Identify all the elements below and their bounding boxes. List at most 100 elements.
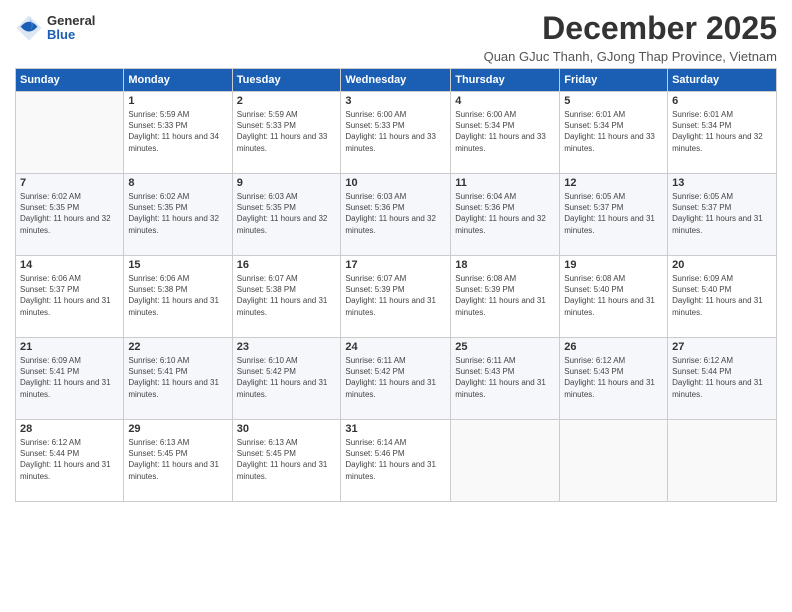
day-number: 12 bbox=[564, 177, 663, 189]
logo-text: General Blue bbox=[47, 14, 95, 43]
logo: General Blue bbox=[15, 14, 95, 43]
table-row bbox=[560, 420, 668, 502]
day-number: 20 bbox=[672, 259, 772, 271]
day-number: 13 bbox=[672, 177, 772, 189]
day-info: Sunrise: 6:04 AMSunset: 5:36 PMDaylight:… bbox=[455, 191, 555, 236]
day-info: Sunrise: 6:02 AMSunset: 5:35 PMDaylight:… bbox=[20, 191, 119, 236]
table-row: 29Sunrise: 6:13 AMSunset: 5:45 PMDayligh… bbox=[124, 420, 232, 502]
header-friday: Friday bbox=[560, 69, 668, 92]
day-number: 17 bbox=[345, 259, 446, 271]
day-info: Sunrise: 6:12 AMSunset: 5:44 PMDaylight:… bbox=[20, 437, 119, 482]
header-wednesday: Wednesday bbox=[341, 69, 451, 92]
header-sunday: Sunday bbox=[16, 69, 124, 92]
day-number: 3 bbox=[345, 95, 446, 107]
day-info: Sunrise: 6:07 AMSunset: 5:38 PMDaylight:… bbox=[237, 273, 337, 318]
page: General Blue December 2025 Quan GJuc Tha… bbox=[0, 0, 792, 612]
table-row: 22 Sunrise: 6:10 AMSunset: 5:41 PMDayligh… bbox=[124, 338, 232, 420]
calendar-week-row: 28 Sunrise: 6:12 AMSunset: 5:44 PMDayligh… bbox=[16, 420, 777, 502]
calendar-week-row: 14 Sunrise: 6:06 AMSunset: 5:37 PMDayligh… bbox=[16, 256, 777, 338]
table-row: 1 Sunrise: 5:59 AMSunset: 5:33 PMDaylight… bbox=[124, 92, 232, 174]
header: General Blue December 2025 Quan GJuc Tha… bbox=[15, 10, 777, 64]
table-row: 2Sunrise: 5:59 AMSunset: 5:33 PMDaylight… bbox=[232, 92, 341, 174]
table-row: 31 Sunrise: 6:14 AMSunset: 5:46 PMDayligh… bbox=[341, 420, 451, 502]
day-info: Sunrise: 6:02 AMSunset: 5:35 PMDaylight:… bbox=[128, 191, 227, 236]
calendar-table: Sunday Monday Tuesday Wednesday Thursday… bbox=[15, 68, 777, 502]
header-monday: Monday bbox=[124, 69, 232, 92]
table-row: 26Sunrise: 6:12 AMSunset: 5:43 PMDayligh… bbox=[560, 338, 668, 420]
day-number: 15 bbox=[128, 259, 227, 271]
table-row: 11 Sunrise: 6:04 AMSunset: 5:36 PMDayligh… bbox=[451, 174, 560, 256]
table-row: 20 Sunrise: 6:09 AMSunset: 5:40 PMDayligh… bbox=[668, 256, 777, 338]
day-info: Sunrise: 6:03 AMSunset: 5:36 PMDaylight:… bbox=[345, 191, 446, 236]
day-info: Sunrise: 6:14 AMSunset: 5:46 PMDaylight:… bbox=[345, 437, 446, 482]
table-row: 19Sunrise: 6:08 AMSunset: 5:40 PMDayligh… bbox=[560, 256, 668, 338]
day-number: 9 bbox=[237, 177, 337, 189]
day-number: 31 bbox=[345, 423, 446, 435]
day-number: 26 bbox=[564, 341, 663, 353]
calendar-week-row: 7 Sunrise: 6:02 AMSunset: 5:35 PMDaylight… bbox=[16, 174, 777, 256]
day-info: Sunrise: 6:11 AMSunset: 5:43 PMDaylight:… bbox=[455, 355, 555, 400]
day-info: Sunrise: 6:01 AMSunset: 5:34 PMDaylight:… bbox=[672, 109, 772, 154]
calendar-header-row: Sunday Monday Tuesday Wednesday Thursday… bbox=[16, 69, 777, 92]
day-number: 6 bbox=[672, 95, 772, 107]
day-number: 22 bbox=[128, 341, 227, 353]
table-row: 12 Sunrise: 6:05 AMSunset: 5:37 PMDayligh… bbox=[560, 174, 668, 256]
table-row: 10 Sunrise: 6:03 AMSunset: 5:36 PMDayligh… bbox=[341, 174, 451, 256]
day-info: Sunrise: 6:05 AMSunset: 5:37 PMDaylight:… bbox=[564, 191, 663, 236]
day-number: 5 bbox=[564, 95, 663, 107]
day-info: Sunrise: 6:10 AMSunset: 5:42 PMDaylight:… bbox=[237, 355, 337, 400]
table-row: 5Sunrise: 6:01 AMSunset: 5:34 PMDaylight… bbox=[560, 92, 668, 174]
header-thursday: Thursday bbox=[451, 69, 560, 92]
table-row: 17 Sunrise: 6:07 AMSunset: 5:39 PMDayligh… bbox=[341, 256, 451, 338]
day-number: 10 bbox=[345, 177, 446, 189]
table-row: 15 Sunrise: 6:06 AMSunset: 5:38 PMDayligh… bbox=[124, 256, 232, 338]
day-number: 29 bbox=[128, 423, 227, 435]
day-number: 7 bbox=[20, 177, 119, 189]
day-info: Sunrise: 6:09 AMSunset: 5:41 PMDaylight:… bbox=[20, 355, 119, 400]
table-row: 9 Sunrise: 6:03 AMSunset: 5:35 PMDaylight… bbox=[232, 174, 341, 256]
table-row: 3Sunrise: 6:00 AMSunset: 5:33 PMDaylight… bbox=[341, 92, 451, 174]
calendar-week-row: 21 Sunrise: 6:09 AMSunset: 5:41 PMDayligh… bbox=[16, 338, 777, 420]
day-number: 21 bbox=[20, 341, 119, 353]
day-number: 23 bbox=[237, 341, 337, 353]
day-number: 8 bbox=[128, 177, 227, 189]
day-number: 11 bbox=[455, 177, 555, 189]
location-subtitle: Quan GJuc Thanh, GJong Thap Province, Vi… bbox=[484, 49, 777, 64]
table-row: 18 Sunrise: 6:08 AMSunset: 5:39 PMDayligh… bbox=[451, 256, 560, 338]
table-row: 28 Sunrise: 6:12 AMSunset: 5:44 PMDayligh… bbox=[16, 420, 124, 502]
day-number: 4 bbox=[455, 95, 555, 107]
day-number: 19 bbox=[564, 259, 663, 271]
day-number: 1 bbox=[128, 95, 227, 107]
table-row: 23 Sunrise: 6:10 AMSunset: 5:42 PMDayligh… bbox=[232, 338, 341, 420]
logo-icon bbox=[15, 14, 43, 42]
day-number: 25 bbox=[455, 341, 555, 353]
day-number: 28 bbox=[20, 423, 119, 435]
table-row: 21 Sunrise: 6:09 AMSunset: 5:41 PMDayligh… bbox=[16, 338, 124, 420]
day-info: Sunrise: 6:10 AMSunset: 5:41 PMDaylight:… bbox=[128, 355, 227, 400]
title-section: December 2025 Quan GJuc Thanh, GJong Tha… bbox=[484, 10, 777, 64]
day-info: Sunrise: 5:59 AMSunset: 5:33 PMDaylight:… bbox=[237, 109, 337, 154]
table-row: 27Sunrise: 6:12 AMSunset: 5:44 PMDayligh… bbox=[668, 338, 777, 420]
day-info: Sunrise: 6:12 AMSunset: 5:44 PMDaylight:… bbox=[672, 355, 772, 400]
day-info: Sunrise: 6:08 AMSunset: 5:39 PMDaylight:… bbox=[455, 273, 555, 318]
day-info: Sunrise: 6:06 AMSunset: 5:37 PMDaylight:… bbox=[20, 273, 119, 318]
day-info: Sunrise: 6:09 AMSunset: 5:40 PMDaylight:… bbox=[672, 273, 772, 318]
day-info: Sunrise: 6:11 AMSunset: 5:42 PMDaylight:… bbox=[345, 355, 446, 400]
table-row: 24Sunrise: 6:11 AMSunset: 5:42 PMDayligh… bbox=[341, 338, 451, 420]
day-number: 14 bbox=[20, 259, 119, 271]
logo-blue-label: Blue bbox=[47, 28, 95, 42]
day-info: Sunrise: 6:03 AMSunset: 5:35 PMDaylight:… bbox=[237, 191, 337, 236]
header-tuesday: Tuesday bbox=[232, 69, 341, 92]
table-row: 14 Sunrise: 6:06 AMSunset: 5:37 PMDayligh… bbox=[16, 256, 124, 338]
table-row bbox=[451, 420, 560, 502]
table-row: 16Sunrise: 6:07 AMSunset: 5:38 PMDayligh… bbox=[232, 256, 341, 338]
table-row: 6 Sunrise: 6:01 AMSunset: 5:34 PMDaylight… bbox=[668, 92, 777, 174]
month-title: December 2025 bbox=[484, 10, 777, 47]
day-number: 30 bbox=[237, 423, 337, 435]
day-info: Sunrise: 5:59 AMSunset: 5:33 PMDaylight:… bbox=[128, 109, 227, 154]
day-info: Sunrise: 6:07 AMSunset: 5:39 PMDaylight:… bbox=[345, 273, 446, 318]
day-info: Sunrise: 6:06 AMSunset: 5:38 PMDaylight:… bbox=[128, 273, 227, 318]
day-number: 18 bbox=[455, 259, 555, 271]
table-row: 13Sunrise: 6:05 AMSunset: 5:37 PMDayligh… bbox=[668, 174, 777, 256]
day-info: Sunrise: 6:00 AMSunset: 5:34 PMDaylight:… bbox=[455, 109, 555, 154]
